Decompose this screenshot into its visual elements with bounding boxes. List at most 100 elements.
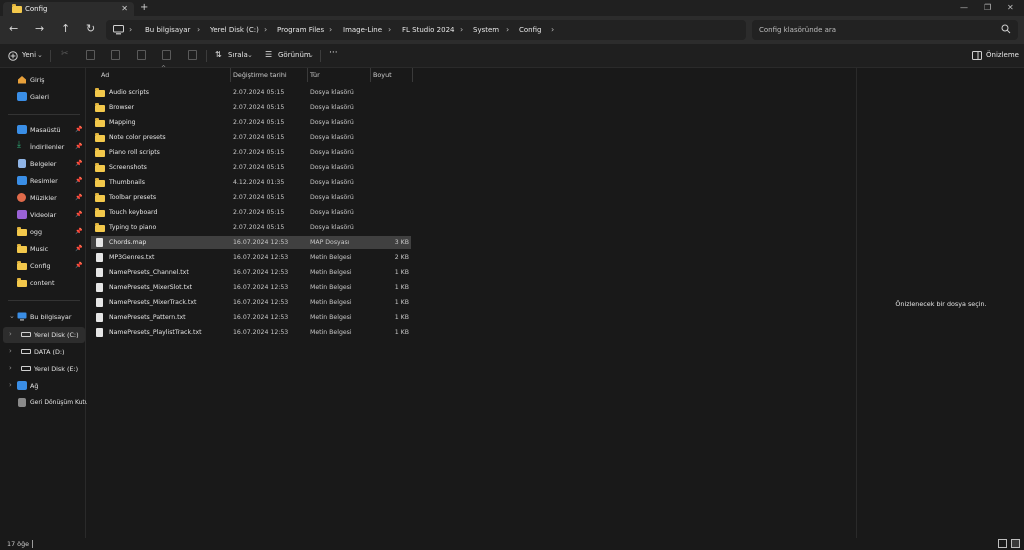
sidebar-item-label: DATA (D:) [34,348,65,356]
column-divider[interactable] [370,68,371,82]
gallery-icon [17,92,27,101]
column-header-size[interactable]: Boyut [373,71,392,79]
view-button[interactable]: Görünüm [278,51,311,59]
sidebar-item-local-disk-e[interactable]: › Yerel Disk (E:) [0,361,86,377]
sidebar-item-downloads[interactable]: ⤓ İndirilenler 📌 [0,139,86,155]
preview-toggle-button[interactable]: Önizleme [986,51,1019,59]
back-button[interactable]: ← [9,23,18,35]
table-row[interactable]: Screenshots 2.07.2024 05:15 Dosya klasörü [91,161,411,174]
table-row[interactable]: Audio scripts 2.07.2024 05:15 Dosya klasör… [91,86,411,99]
maximize-button[interactable]: ❐ [984,3,991,12]
breadcrumb-local-disk-c[interactable]: Yerel Disk (C:) [210,26,259,34]
forward-button[interactable]: → [35,23,44,35]
breadcrumb-separator: › [264,25,268,34]
chevron-down-icon: ⌄ [37,51,43,59]
table-row[interactable]: Note color presets 2.07.2024 05:15 Dosya k… [91,131,411,144]
table-row[interactable]: Piano roll scripts 2.07.2024 05:15 Dosya k… [91,146,411,159]
table-row[interactable]: Chords.map 16.07.2024 12:53 MAP Dosyası 3 K… [91,236,411,249]
sidebar-item-music-folder[interactable]: Music 📌 [0,241,86,257]
search-input[interactable]: Config klasöründe ara [752,20,1018,40]
sidebar-item-network[interactable]: › Ağ [0,378,86,394]
sidebar-item-local-disk-c[interactable]: › Yerel Disk (C:) [3,327,85,343]
sort-button[interactable]: Sırala [228,51,248,59]
rename-icon[interactable] [137,50,146,60]
sidebar-item-config[interactable]: Config 📌 [0,258,86,274]
column-header-type[interactable]: Tür [310,71,320,79]
more-options-button[interactable]: ··· [329,48,338,58]
share-icon[interactable] [162,50,171,60]
column-divider[interactable] [412,68,413,82]
table-row[interactable]: Thumbnails 4.12.2024 01:35 Dosya klasörü [91,176,411,189]
table-row[interactable]: NamePresets_MixerSlot.txt 16.07.2024 12:5… [91,281,411,294]
file-name: NamePresets_Pattern.txt [109,314,186,321]
table-row[interactable]: Toolbar presets 2.07.2024 05:15 Dosya klas… [91,191,411,204]
table-row[interactable]: MP3Genres.txt 16.07.2024 12:53 Metin Belge… [91,251,411,264]
sidebar-item-documents[interactable]: Belgeler 📌 [0,156,86,172]
chevron-right-icon[interactable]: › [9,381,12,389]
large-icons-view-button[interactable] [1011,539,1020,548]
table-row[interactable]: Mapping 2.07.2024 05:15 Dosya klasörü [91,116,411,129]
table-row[interactable]: NamePresets_MixerTrack.txt 16.07.2024 12:… [91,296,411,309]
column-header-name[interactable]: Ad [101,71,109,79]
sidebar-item-this-pc[interactable]: ⌄ Bu bilgisayar [0,309,86,325]
breadcrumb-program-files[interactable]: Program Files [277,26,324,34]
sidebar-item-recycle-bin[interactable]: Geri Dönüşüm Kutusu [0,395,95,411]
file-name: Mapping [109,119,136,126]
delete-icon[interactable] [188,50,197,60]
table-row[interactable]: NamePresets_Channel.txt 16.07.2024 12:53 M… [91,266,411,279]
sidebar-item-label: Yerel Disk (E:) [34,365,79,373]
file-size: 1 KB [394,329,409,336]
breadcrumb-separator: › [551,25,555,34]
breadcrumb-image-line[interactable]: Image-Line [343,26,382,34]
sidebar-item-data-d[interactable]: › DATA (D:) [0,344,86,360]
sidebar-item-videos[interactable]: Videolar 📌 [0,207,86,223]
breadcrumb-fl-studio[interactable]: FL Studio 2024 [402,26,455,34]
minimize-button[interactable]: — [960,3,968,12]
folder-icon [95,103,105,112]
breadcrumb-this-pc[interactable]: Bu bilgisayar [145,26,190,34]
table-row[interactable]: Touch keyboard 2.07.2024 05:15 Dosya klasö… [91,206,411,219]
file-name: NamePresets_MixerTrack.txt [109,299,197,306]
tab-config[interactable]: Config ✕ [3,2,134,16]
chevron-down-icon: ⌄ [308,51,314,59]
column-header-date[interactable]: Değiştirme tarihi [233,71,287,79]
sidebar-item-gallery[interactable]: Galeri [0,89,86,105]
close-tab-button[interactable]: ✕ [121,4,128,13]
breadcrumb-system[interactable]: System [473,26,499,34]
table-row[interactable]: NamePresets_Pattern.txt 16.07.2024 12:53 M… [91,311,411,324]
file-type: Dosya klasörü [310,89,354,96]
sidebar-item-music[interactable]: Müzikler 📌 [0,190,86,206]
sidebar-item-desktop[interactable]: Masaüstü 📌 [0,122,86,138]
file-name: Chords.map [109,239,147,246]
up-button[interactable]: ↑ [61,23,70,35]
close-window-button[interactable]: ✕ [1007,3,1014,12]
chevron-right-icon[interactable]: › [9,347,12,355]
preview-pane-icon [972,51,982,60]
sidebar-item-pictures[interactable]: Resimler 📌 [0,173,86,189]
sort-icon: ⇅ [215,50,222,59]
paste-icon[interactable] [111,50,120,60]
details-view-button[interactable] [998,539,1007,548]
preview-pane: Önizlenecek bir dosya seçin. [856,68,1024,538]
sidebar-item-content[interactable]: content [0,275,86,291]
new-button[interactable]: Yeni [22,51,36,59]
column-divider[interactable] [307,68,308,82]
address-bar[interactable]: › Bu bilgisayar › Yerel Disk (C:) › Prog… [106,20,746,40]
breadcrumb-config[interactable]: Config [519,26,541,34]
new-tab-button[interactable]: + [140,2,148,13]
sidebar-item-ogg[interactable]: ogg 📌 [0,224,86,240]
table-row[interactable]: Browser 2.07.2024 05:15 Dosya klasörü [91,101,411,114]
copy-icon[interactable] [86,50,95,60]
chevron-right-icon[interactable]: › [9,330,12,338]
chevron-right-icon[interactable]: › [9,364,12,372]
cut-icon[interactable]: ✂ [61,49,69,59]
chevron-down-icon[interactable]: ⌄ [9,312,15,320]
table-row[interactable]: NamePresets_PlaylistTrack.txt 16.07.2024 … [91,326,411,339]
navigation-bar: ← → ↑ ↻ › Bu bilgisayar › Yerel Disk (C:… [0,16,1024,44]
sidebar-item-home[interactable]: Giriş [0,72,86,88]
file-name: MP3Genres.txt [109,254,155,261]
view-icon: ☰ [265,50,273,59]
refresh-button[interactable]: ↻ [86,23,95,35]
table-row[interactable]: Typing to piano 2.07.2024 05:15 Dosya klas… [91,221,411,234]
column-divider[interactable] [230,68,231,82]
